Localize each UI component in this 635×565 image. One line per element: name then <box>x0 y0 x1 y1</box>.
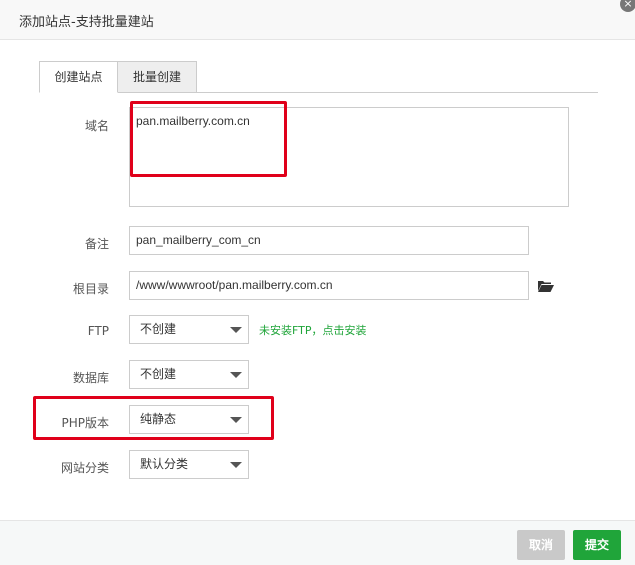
chevron-down-icon <box>230 462 242 468</box>
database-label: 数据库 <box>72 371 109 385</box>
database-select-value: 不创建 <box>140 367 177 381</box>
ftp-select-value: 不创建 <box>140 322 177 336</box>
domain-label: 域名 <box>84 119 109 133</box>
ftp-label: FTP <box>87 324 109 338</box>
root-dir-input[interactable]: /www/wwwroot/pan.mailberry.com.cn <box>129 271 529 300</box>
remark-label: 备注 <box>84 237 109 251</box>
tab-create-site[interactable]: 创建站点 <box>39 61 118 93</box>
ftp-select[interactable]: 不创建 <box>129 315 249 344</box>
tab-bar: 创建站点 批量创建 <box>39 61 598 93</box>
category-label: 网站分类 <box>60 461 109 475</box>
category-select[interactable]: 默认分类 <box>129 450 249 479</box>
php-version-select[interactable]: 纯静态 <box>129 405 249 434</box>
remark-input[interactable]: pan_mailberry_com_cn <box>129 226 529 255</box>
dialog-title: 添加站点-支持批量建站 <box>19 15 154 30</box>
domain-textarea[interactable]: pan.mailberry.com.cn <box>129 107 569 207</box>
ftp-install-link[interactable]: 未安装FTP，点击安装 <box>259 322 367 338</box>
submit-button[interactable]: 提交 <box>573 530 621 560</box>
tab-batch-create[interactable]: 批量创建 <box>118 61 197 93</box>
php-version-label: PHP版本 <box>61 416 110 430</box>
chevron-down-icon <box>230 372 242 378</box>
category-select-value: 默认分类 <box>140 457 189 471</box>
root-dir-label: 根目录 <box>72 282 109 296</box>
dialog-titlebar: 添加站点-支持批量建站 <box>0 0 635 40</box>
chevron-down-icon <box>230 327 242 333</box>
close-icon[interactable]: × <box>620 0 635 12</box>
php-version-select-value: 纯静态 <box>140 412 177 426</box>
folder-open-icon[interactable] <box>538 280 554 292</box>
cancel-button[interactable]: 取消 <box>517 530 565 560</box>
chevron-down-icon <box>230 417 242 423</box>
database-select[interactable]: 不创建 <box>129 360 249 389</box>
